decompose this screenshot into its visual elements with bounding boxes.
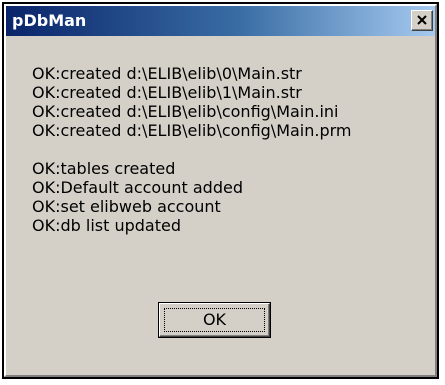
message-line: OK:db list updated	[32, 216, 181, 235]
message-line: OK:created d:\ELIB\elib\config\Main.ini	[32, 102, 339, 121]
message-line: OK:tables created	[32, 159, 176, 178]
close-icon	[417, 15, 427, 25]
title-bar[interactable]: pDbMan	[6, 6, 435, 36]
message-list: OK:created d:\ELIB\elib\0\Main.str OK:cr…	[32, 64, 427, 235]
close-button[interactable]	[411, 10, 433, 31]
message-line: OK:created d:\ELIB\elib\0\Main.str	[32, 64, 302, 83]
message-line: OK:created d:\ELIB\elib\1\Main.str	[32, 83, 302, 102]
message-dialog: pDbMan OK:created d:\ELIB\elib\0\Main.st…	[2, 2, 439, 379]
message-line: OK:created d:\ELIB\elib\config\Main.prm	[32, 121, 352, 140]
message-line: OK:set elibweb account	[32, 197, 221, 216]
ok-button[interactable]: OK	[158, 302, 271, 338]
message-line: OK:Default account added	[32, 178, 243, 197]
ok-button-label: OK	[202, 310, 227, 329]
window-title: pDbMan	[12, 11, 87, 30]
